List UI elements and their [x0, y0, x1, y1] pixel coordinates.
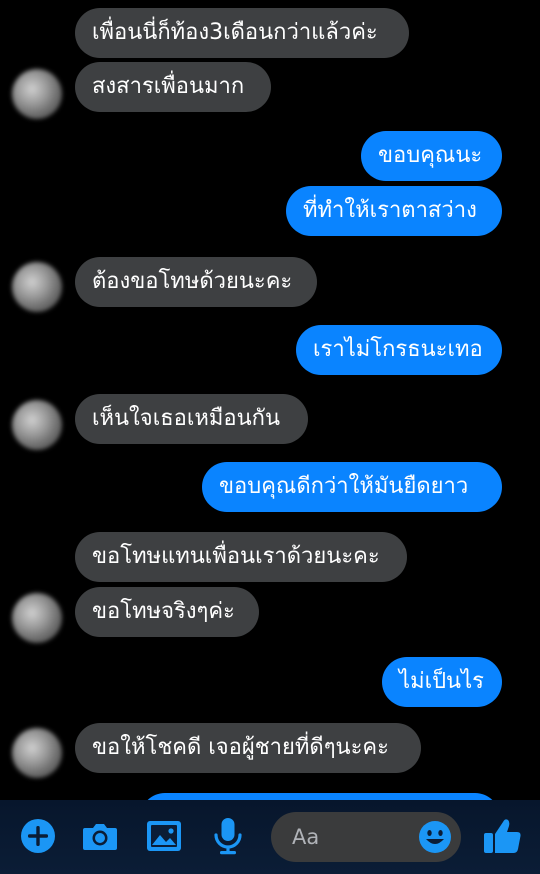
message-input[interactable]: Aa — [271, 812, 461, 862]
contact-avatar[interactable] — [12, 69, 62, 119]
contact-avatar[interactable] — [12, 593, 62, 643]
emoji-icon[interactable] — [417, 819, 453, 855]
outgoing-message[interactable]: ขอบคุณดีกว่าให้มันยืดยาว — [202, 462, 502, 512]
outgoing-message-partial — [140, 793, 500, 800]
incoming-message[interactable]: ขอโทษแทนเพื่อนเราด้วยนะคะ — [75, 532, 407, 582]
message-thread: เพื่อนนี่ก็ท้อง3เดือนกว่าแล้วค่ะ สงสารเพ… — [0, 0, 540, 800]
incoming-message[interactable]: ต้องขอโทษด้วยนะคะ — [75, 257, 317, 307]
contact-avatar[interactable] — [12, 400, 62, 450]
camera-icon[interactable] — [80, 816, 120, 856]
contact-avatar[interactable] — [12, 728, 62, 778]
outgoing-message[interactable]: เราไม่โกรธนะเทอ — [296, 325, 502, 375]
outgoing-message[interactable]: ขอบคุณนะ — [361, 131, 502, 181]
incoming-message[interactable]: ขอให้โชคดี เจอผู้ชายที่ดีๆนะคะ — [75, 723, 421, 773]
image-icon[interactable] — [144, 816, 184, 856]
incoming-message[interactable]: ขอโทษจริงๆค่ะ — [75, 587, 259, 637]
plus-icon[interactable] — [18, 816, 58, 856]
contact-avatar[interactable] — [12, 262, 62, 312]
incoming-message[interactable]: เพื่อนนี่ก็ท้อง3เดือนกว่าแล้วค่ะ — [75, 8, 409, 58]
microphone-icon[interactable] — [208, 816, 248, 856]
message-input-placeholder: Aa — [292, 825, 320, 849]
message-composer: Aa — [0, 800, 540, 874]
thumbs-up-icon[interactable] — [481, 814, 525, 858]
outgoing-message[interactable]: ไม่เป็นไร — [382, 657, 502, 707]
incoming-message[interactable]: เห็นใจเธอเหมือนกัน — [75, 394, 308, 444]
incoming-message[interactable]: สงสารเพื่อนมาก — [75, 62, 271, 112]
outgoing-message[interactable]: ที่ทำให้เราตาสว่าง — [286, 186, 502, 236]
